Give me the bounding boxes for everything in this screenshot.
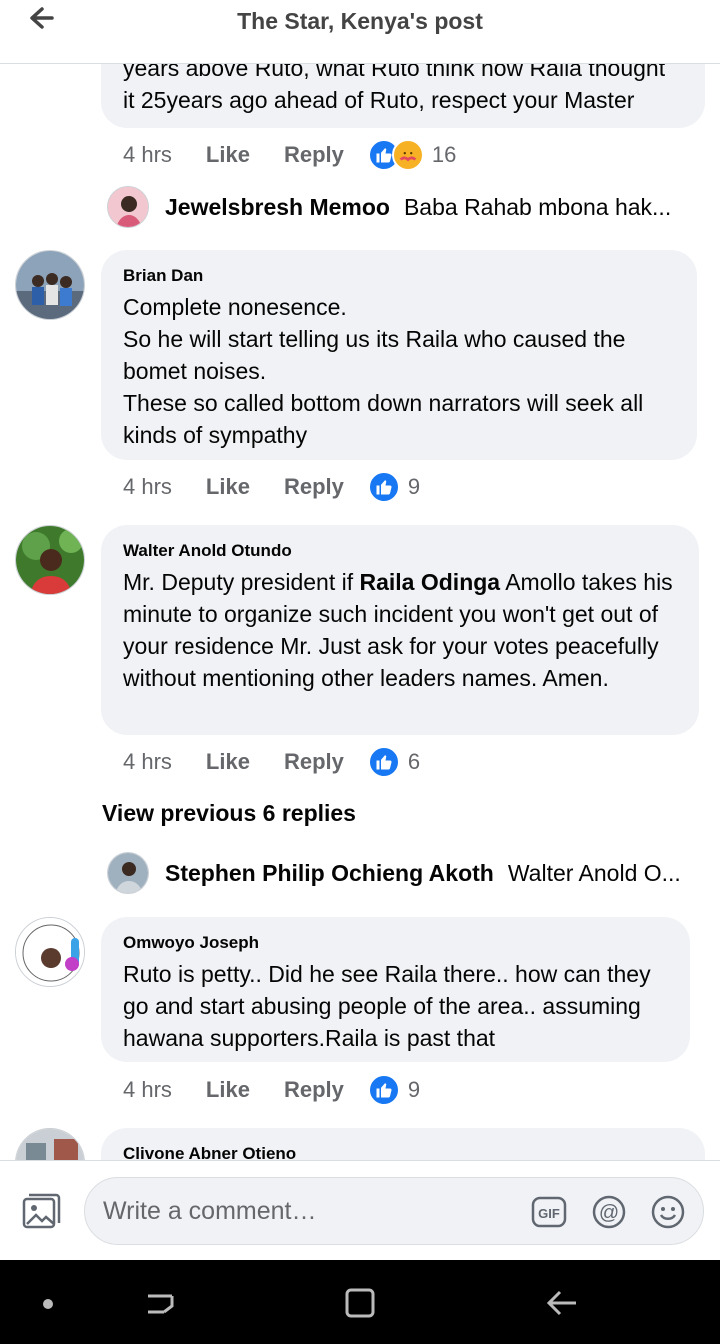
reply-button[interactable]: Reply bbox=[284, 142, 344, 168]
dot-icon[interactable] bbox=[30, 1284, 66, 1320]
reply-button[interactable]: Reply bbox=[284, 1077, 344, 1103]
avatar[interactable] bbox=[15, 250, 85, 320]
comment-actions: 4 hrs Like Reply 9 bbox=[123, 1073, 420, 1107]
system-nav-bar bbox=[0, 1260, 720, 1344]
photo-icon[interactable] bbox=[20, 1191, 62, 1233]
page-title: The Star, Kenya's post bbox=[237, 8, 483, 34]
comment-text: Ruto is petty.. Did he see Raila there..… bbox=[123, 961, 651, 1051]
comment-author[interactable]: Brian Dan bbox=[123, 266, 675, 286]
like-button[interactable]: Like bbox=[206, 474, 250, 500]
reply-author: Stephen Philip Ochieng Akoth bbox=[165, 859, 494, 886]
avatar[interactable] bbox=[15, 1128, 85, 1160]
reply-preview[interactable]: Stephen Philip Ochieng Akoth Walter Anol… bbox=[107, 852, 692, 894]
thumbs-up-icon bbox=[367, 746, 400, 778]
comment-bubble: Brian Dan Complete nonesence. So he will… bbox=[101, 250, 697, 460]
view-previous-replies-link[interactable]: View previous 6 replies bbox=[102, 800, 356, 827]
comment-actions: 4 hrs Like Reply 9 bbox=[123, 470, 420, 504]
reactions[interactable]: 9 bbox=[367, 471, 421, 503]
reactions[interactable]: 6 bbox=[367, 746, 421, 778]
reply-snippet: Baba Rahab mbona hak... bbox=[403, 193, 672, 220]
comment-author[interactable]: Omwoyo Joseph bbox=[123, 933, 668, 953]
gif-icon[interactable]: GIF bbox=[531, 1194, 567, 1230]
like-button[interactable]: Like bbox=[206, 749, 250, 775]
comment-time: 4 hrs bbox=[123, 1077, 172, 1102]
reply-button[interactable]: Reply bbox=[284, 474, 344, 500]
comment-time: 4 hrs bbox=[123, 142, 172, 167]
comment-bubble: Walter Anold Otundo Mr. Deputy president… bbox=[101, 525, 699, 735]
comment-author[interactable]: Clivone Abner Otieno bbox=[123, 1144, 683, 1160]
emoji-icon[interactable] bbox=[650, 1194, 686, 1230]
comment-bubble: Omwoyo Joseph Ruto is petty.. Did he see… bbox=[101, 917, 690, 1062]
mention-icon[interactable]: @ bbox=[591, 1194, 627, 1230]
thumbs-up-icon bbox=[367, 471, 400, 503]
svg-text:GIF: GIF bbox=[538, 1206, 560, 1221]
recent-apps-icon[interactable] bbox=[142, 1284, 178, 1320]
reply-button[interactable]: Reply bbox=[284, 749, 344, 775]
reply-preview[interactable]: Jewelsbresh Memoo Baba Rahab mbona hak..… bbox=[107, 186, 687, 228]
reply-snippet: Walter Anold O... bbox=[507, 859, 681, 886]
comment-input-box[interactable]: GIF @ bbox=[84, 1177, 704, 1245]
comment-bubble: Clivone Abner Otieno bbox=[101, 1128, 705, 1160]
comment-author[interactable]: Walter Anold Otundo bbox=[123, 541, 677, 561]
avatar bbox=[107, 186, 149, 228]
comment-text: Complete nonesence. So he will start tel… bbox=[123, 294, 644, 448]
app-header: The Star, Kenya's post bbox=[0, 0, 720, 64]
comments-feed[interactable]: years above Ruto, what Ruto think now Ra… bbox=[0, 0, 720, 1160]
reactions[interactable]: 9 bbox=[367, 1074, 421, 1106]
reactions[interactable]: 16 bbox=[367, 139, 457, 171]
svg-text:@: @ bbox=[599, 1202, 619, 1224]
comment-time: 4 hrs bbox=[123, 749, 172, 774]
home-icon[interactable] bbox=[342, 1284, 378, 1320]
like-button[interactable]: Like bbox=[206, 1077, 250, 1103]
comment-text-part: Mr. Deputy president if bbox=[123, 569, 360, 595]
comment-actions: 4 hrs Like Reply 16 bbox=[123, 138, 456, 172]
comment-time: 4 hrs bbox=[123, 474, 172, 499]
comment-text: Mr. Deputy president if Raila Odinga Amo… bbox=[123, 566, 677, 694]
reaction-count: 9 bbox=[407, 1077, 421, 1102]
comment-input[interactable] bbox=[103, 1178, 523, 1244]
care-emoji-icon bbox=[391, 139, 424, 171]
comment-actions: 4 hrs Like Reply 6 bbox=[123, 745, 420, 779]
comment-composer: GIF @ bbox=[0, 1160, 720, 1260]
avatar[interactable] bbox=[15, 525, 85, 595]
mentioned-name[interactable]: Raila Odinga bbox=[360, 569, 501, 595]
avatar bbox=[107, 852, 149, 894]
like-button[interactable]: Like bbox=[206, 142, 250, 168]
reply-author: Jewelsbresh Memoo bbox=[165, 193, 390, 220]
avatar[interactable] bbox=[15, 917, 85, 987]
reaction-count: 9 bbox=[407, 474, 421, 499]
back-icon[interactable] bbox=[544, 1284, 580, 1320]
thumbs-up-icon bbox=[367, 1074, 400, 1106]
reaction-count: 16 bbox=[431, 142, 457, 167]
reaction-count: 6 bbox=[407, 749, 421, 774]
